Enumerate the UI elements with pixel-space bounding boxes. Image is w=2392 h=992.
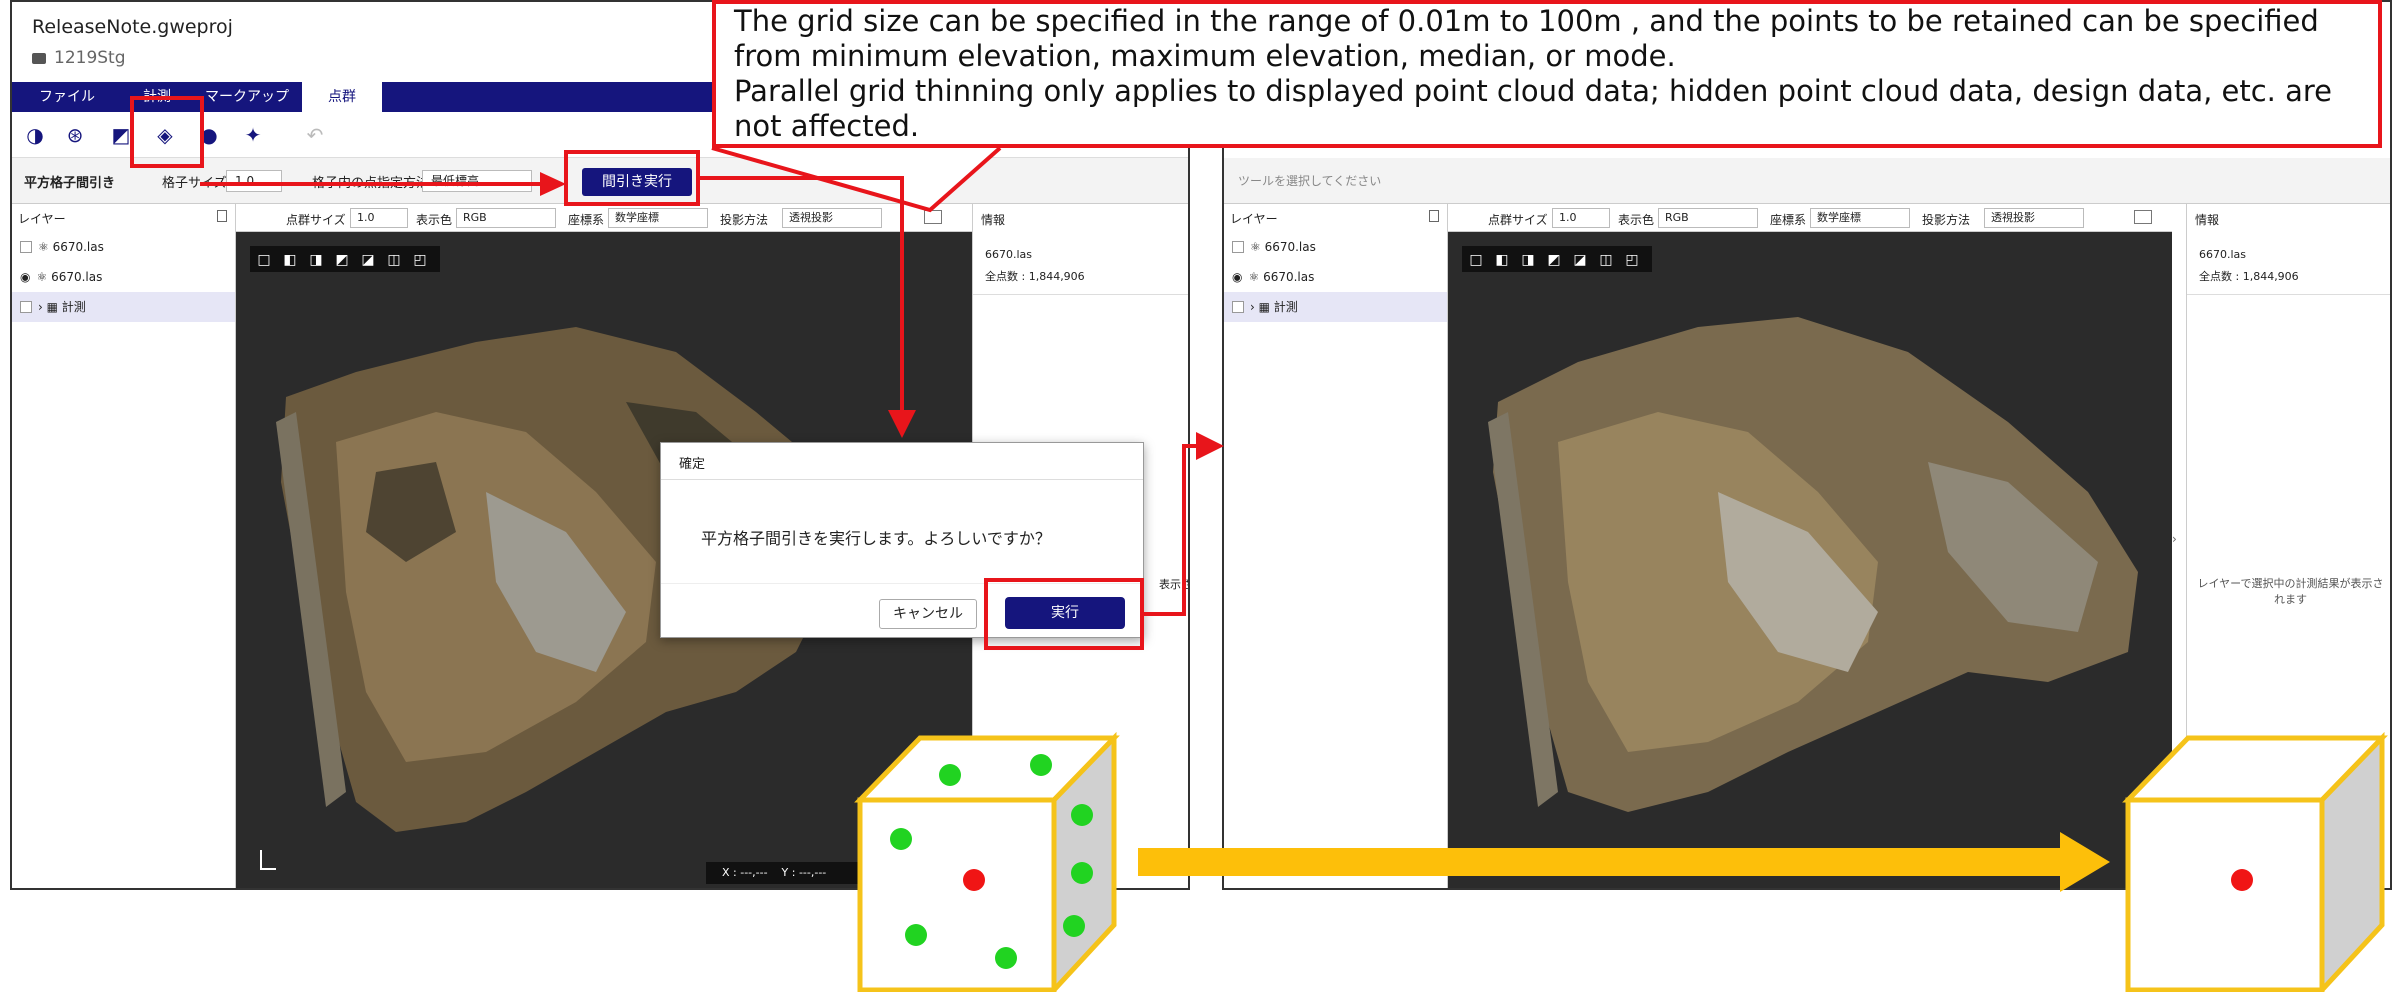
grid-size-label: 格子サイズ: [162, 176, 227, 191]
point-method-label: 格子内の点指定方法: [312, 176, 430, 191]
coord-select[interactable]: 数学座標: [608, 208, 708, 228]
tool-icon-6[interactable]: ✦: [240, 122, 266, 148]
info-file: 6670.las: [985, 248, 1033, 261]
chevron-right-icon[interactable]: ›: [38, 300, 47, 314]
info-panel: 情報 6670.las 全点数 : 1,844,906 レイヤーで選択中の計測結…: [2186, 204, 2390, 888]
options-title: 平方格子間引き: [24, 176, 116, 191]
points-icon: ⚛: [1250, 240, 1265, 254]
info-divider: [2187, 294, 2390, 295]
undo-icon[interactable]: ↶: [302, 122, 328, 148]
dialog-message: 平方格子間引きを実行します。よろしいですか？: [701, 529, 1051, 548]
project-name: ReleaseNote.gweproj: [32, 16, 233, 38]
color-select[interactable]: RGB: [456, 208, 556, 228]
layer-item[interactable]: ⚛ 6670.las: [1224, 232, 1447, 262]
points-icon: ⚛: [38, 240, 53, 254]
layer-item[interactable]: ⚛ 6670.las: [12, 232, 235, 262]
tool-icon-2[interactable]: ⊛: [62, 122, 88, 148]
info-header: 情報: [2195, 213, 2220, 227]
callout-text-2: Parallel grid thinning only applies to d…: [734, 74, 2333, 143]
eye-icon[interactable]: ◉: [1232, 270, 1242, 284]
layer-item[interactable]: › ▦ 計測: [12, 292, 235, 322]
grid-icon: ▦: [46, 300, 62, 314]
checkbox[interactable]: [20, 241, 32, 253]
point-size-label: 点群サイズ: [286, 213, 346, 227]
view-bar: 点群サイズ 1.0 表示色 RGB 座標系 数学座標 投影方法 透視投影: [236, 204, 982, 232]
layers-header: レイヤー: [1230, 212, 1278, 226]
layer-item[interactable]: ◉ ⚛ 6670.las: [1224, 262, 1447, 292]
info-header: 情報: [981, 213, 1006, 227]
color-select[interactable]: RGB: [1658, 208, 1758, 228]
annotation-callout: The grid size can be specified in the ra…: [712, 0, 2382, 148]
point-cloud-image: [1488, 317, 2138, 812]
tab-point-cloud[interactable]: 点群: [302, 82, 382, 112]
info-point-count: 全点数 : 1,844,906: [2199, 270, 2299, 283]
new-layer-icon[interactable]: [217, 210, 227, 222]
coord-readout: X : ---,--- Y : ---,---: [706, 862, 926, 884]
grid-icon: ▦: [1258, 300, 1274, 314]
projection-label: 投影方法: [720, 213, 769, 227]
projection-select[interactable]: 透視投影: [1984, 208, 2084, 228]
viewport-3d[interactable]: □ ◧ ◨ ◩ ◪ ◫ ◰: [1448, 232, 2172, 888]
layers-header: レイヤー: [18, 212, 66, 226]
axis-indicator: [1472, 850, 1488, 870]
dialog-title: 確定: [679, 457, 706, 472]
info-file: 6670.las: [2199, 248, 2247, 261]
tool-icon-1[interactable]: ◑: [22, 122, 48, 148]
color-label: 表示色: [416, 213, 453, 227]
layers-panel: レイヤー ⚛ 6670.las ◉ ⚛ 6670.las › ▦ 計測: [1224, 204, 1448, 888]
checkbox[interactable]: [20, 301, 32, 313]
axis-indicator: [260, 850, 276, 870]
new-layer-icon[interactable]: [1429, 210, 1439, 222]
tab-file[interactable]: ファイル: [22, 82, 112, 112]
cancel-button[interactable]: キャンセル: [879, 599, 977, 629]
highlight-grid-thinning-icon: [130, 96, 204, 168]
info-divider: [973, 294, 1188, 295]
color-label: 表示色: [1618, 213, 1655, 227]
project-folder: 1219Stg: [32, 48, 126, 68]
grid-size-input[interactable]: 1.0: [226, 170, 282, 192]
info-point-count: 全点数 : 1,844,906: [985, 270, 1085, 283]
points-icon: ⚛: [36, 270, 52, 284]
tool-hint: ツールを選択してください: [1238, 174, 1382, 188]
coord-select[interactable]: 数学座標: [1810, 208, 1910, 228]
point-size-input[interactable]: 1.0: [350, 208, 408, 228]
chevron-right-icon[interactable]: ›: [1250, 300, 1259, 314]
highlight-dialog-ok: [984, 578, 1144, 650]
eye-icon[interactable]: ◉: [20, 270, 30, 284]
point-method-select[interactable]: 最低標高: [422, 170, 532, 192]
points-icon: ⚛: [1248, 270, 1264, 284]
info-hint-partial: 表示さ: [1159, 578, 1190, 591]
arrowhead: [1196, 432, 1224, 460]
checkbox[interactable]: [1232, 241, 1244, 253]
layer-item[interactable]: ◉ ⚛ 6670.las: [12, 262, 235, 292]
callout-text-1: The grid size can be specified in the ra…: [734, 4, 2319, 73]
collapse-handle-icon[interactable]: ›: [2172, 532, 2177, 546]
highlight-execute-button: [564, 150, 700, 206]
coord-label: 座標系: [568, 213, 605, 227]
projection-select[interactable]: 透視投影: [782, 208, 882, 228]
screenshot-icon[interactable]: [924, 210, 942, 224]
layer-item[interactable]: › ▦ 計測: [1224, 292, 1447, 322]
projection-label: 投影方法: [1922, 213, 1971, 227]
point-size-label: 点群サイズ: [1488, 213, 1548, 227]
view-bar: 点群サイズ 1.0 表示色 RGB 座標系 数学座標 投影方法 透視投影: [1448, 204, 2172, 232]
right-tool-hint-bar: ツールを選択してください: [1224, 158, 2390, 204]
folder-icon: [32, 53, 46, 64]
layers-panel: レイヤー ⚛ 6670.las ◉ ⚛ 6670.las › ▦ 計測: [12, 204, 236, 888]
checkbox[interactable]: [1232, 301, 1244, 313]
point-size-input[interactable]: 1.0: [1552, 208, 1610, 228]
dialog-divider: [661, 479, 1143, 480]
info-hint: レイヤーで選択中の計測結果が表示されます: [2197, 577, 2384, 606]
coord-label: 座標系: [1770, 213, 1807, 227]
screenshot-icon[interactable]: [2134, 210, 2152, 224]
tab-markup[interactable]: マークアップ: [192, 82, 302, 112]
